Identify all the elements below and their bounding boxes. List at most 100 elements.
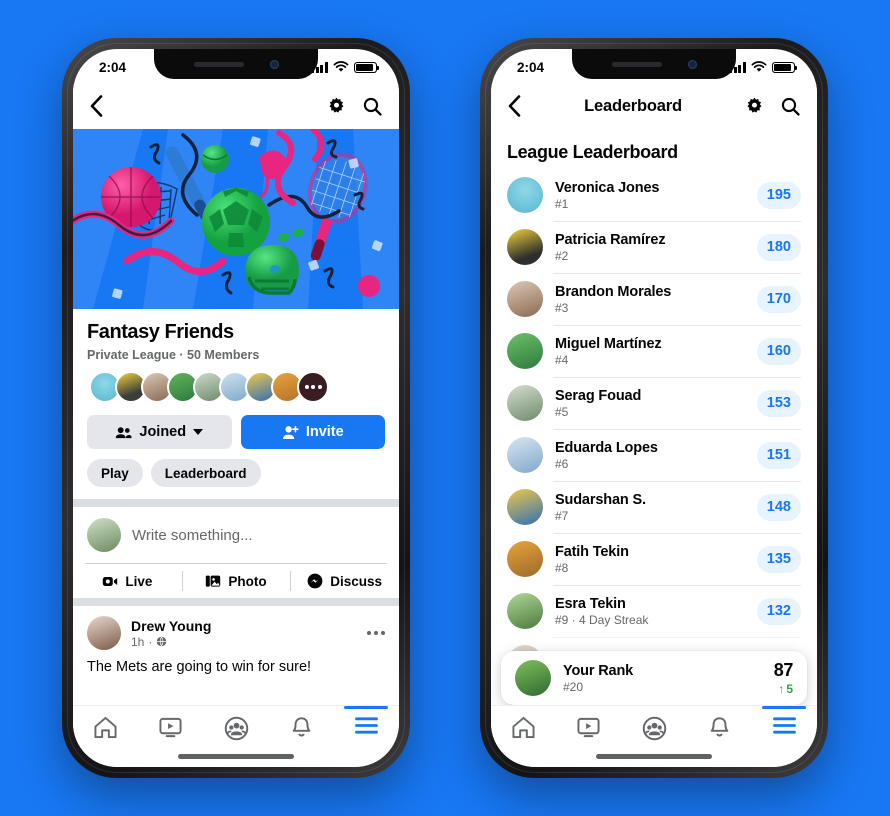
home-icon bbox=[94, 716, 117, 739]
photo-button[interactable]: Photo bbox=[181, 564, 291, 598]
live-button[interactable]: Live bbox=[73, 564, 182, 598]
menu-icon bbox=[773, 717, 796, 734]
post-text: The Mets are going to win for sure! bbox=[87, 659, 312, 675]
post-composer[interactable]: Write something... bbox=[73, 507, 399, 563]
tab-leaderboard[interactable]: Leaderboard bbox=[150, 459, 261, 487]
left-phone: 2:04 Fantasy Friends Private League · 50… bbox=[62, 38, 410, 778]
more-members-avatar[interactable] bbox=[297, 371, 329, 403]
notch bbox=[572, 49, 736, 79]
table-row[interactable]: Eduarda Lopes #6 151 bbox=[507, 429, 801, 481]
notch bbox=[154, 49, 318, 79]
player-score: 180 bbox=[756, 233, 801, 261]
tab-watch[interactable] bbox=[556, 716, 621, 739]
member-avatars[interactable] bbox=[87, 371, 385, 403]
feed-post: Drew Young 1h · The Mets are going to wi… bbox=[73, 606, 399, 675]
player-name: Fatih Tekin bbox=[555, 543, 629, 560]
live-video-icon bbox=[103, 576, 118, 586]
your-rank-position: #20 bbox=[563, 679, 584, 694]
tab-menu[interactable] bbox=[752, 706, 817, 735]
player-score: 148 bbox=[756, 493, 801, 521]
table-row[interactable]: Veronica Jones #1 195 bbox=[507, 169, 801, 221]
gear-icon[interactable] bbox=[327, 97, 346, 116]
avatar bbox=[507, 489, 543, 525]
avatar bbox=[507, 593, 543, 629]
player-score: 170 bbox=[756, 285, 801, 313]
earpiece-speaker bbox=[193, 61, 244, 67]
player-rank: #2 bbox=[555, 248, 569, 263]
leaderboard-title: League Leaderboard bbox=[507, 142, 678, 162]
globe-icon bbox=[157, 636, 167, 647]
table-row[interactable]: Miguel Martínez #4 160 bbox=[507, 325, 801, 377]
left-navbar bbox=[73, 83, 399, 129]
tab-home[interactable] bbox=[491, 716, 556, 739]
table-row[interactable]: Patricia Ramírez #2 180 bbox=[507, 221, 801, 273]
up-arrow-icon: ↑ bbox=[778, 682, 785, 696]
live-label: Live bbox=[125, 573, 153, 589]
table-row[interactable]: Fatih Tekin #8 135 bbox=[507, 533, 801, 585]
invite-label: Invite bbox=[305, 424, 344, 440]
player-score: 195 bbox=[756, 181, 801, 209]
avatar bbox=[507, 541, 543, 577]
avatar bbox=[507, 437, 543, 473]
table-row[interactable]: Brandon Morales #3 170 bbox=[507, 273, 801, 325]
tab-home[interactable] bbox=[73, 716, 138, 739]
search-icon[interactable] bbox=[363, 97, 382, 116]
table-row[interactable]: Esra Tekin #9 · 4 Day Streak 132 bbox=[507, 585, 801, 637]
tab-notifications[interactable] bbox=[269, 716, 334, 740]
messenger-icon bbox=[307, 573, 323, 589]
bell-icon bbox=[710, 717, 729, 737]
avatar bbox=[87, 518, 121, 552]
tab-play[interactable]: Play bbox=[87, 459, 143, 487]
player-rank: #3 bbox=[555, 300, 569, 315]
phones-stage: 2:04 Fantasy Friends Private League · 50… bbox=[0, 0, 890, 816]
player-name: Esra Tekin bbox=[555, 595, 626, 612]
gear-icon[interactable] bbox=[745, 97, 764, 116]
avatar[interactable] bbox=[87, 616, 121, 650]
player-rank: #8 bbox=[555, 560, 569, 575]
wifi-icon bbox=[333, 61, 349, 72]
player-score: 135 bbox=[756, 545, 801, 573]
page-title: Leaderboard bbox=[584, 96, 682, 115]
back-chevron-icon[interactable] bbox=[90, 95, 103, 117]
home-indicator bbox=[596, 754, 712, 759]
groups-icon bbox=[224, 716, 248, 741]
group-meta: Private League · 50 Members bbox=[87, 348, 260, 362]
avatar bbox=[507, 385, 543, 421]
your-score: 87 bbox=[773, 660, 794, 680]
front-camera bbox=[269, 59, 279, 69]
tab-menu[interactable] bbox=[334, 706, 399, 735]
group-action-buttons: Joined Invite bbox=[87, 415, 385, 449]
avatar bbox=[507, 177, 543, 213]
discuss-button[interactable]: Discuss bbox=[290, 564, 399, 598]
menu-icon bbox=[355, 717, 378, 734]
status-time: 2:04 bbox=[517, 59, 545, 75]
table-row[interactable]: Serag Fouad #5 153 bbox=[507, 377, 801, 429]
section-divider bbox=[73, 499, 399, 507]
player-rank: #7 bbox=[555, 508, 569, 523]
post-author[interactable]: Drew Young bbox=[131, 618, 211, 634]
joined-button[interactable]: Joined bbox=[87, 415, 232, 449]
player-rank: #5 bbox=[555, 404, 569, 419]
earpiece-speaker bbox=[611, 61, 662, 67]
player-rank: #9 · 4 Day Streak bbox=[555, 612, 649, 627]
tab-watch[interactable] bbox=[138, 716, 203, 739]
active-tab-indicator bbox=[344, 706, 389, 709]
members-icon bbox=[116, 426, 132, 438]
tab-groups[interactable] bbox=[203, 716, 268, 741]
search-icon[interactable] bbox=[781, 97, 800, 116]
player-score: 160 bbox=[756, 337, 801, 365]
table-row[interactable]: Sudarshan S. #7 148 bbox=[507, 481, 801, 533]
group-name: Fantasy Friends bbox=[87, 321, 234, 343]
front-camera bbox=[687, 59, 697, 69]
tab-notifications[interactable] bbox=[687, 716, 752, 740]
player-rank: #4 bbox=[555, 352, 569, 367]
tab-groups[interactable] bbox=[621, 716, 686, 741]
right-screen: 2:04 Leaderboard League Leaderboard Vero… bbox=[491, 49, 817, 767]
player-name: Miguel Martínez bbox=[555, 335, 662, 352]
back-chevron-icon[interactable] bbox=[508, 95, 521, 117]
invite-button[interactable]: Invite bbox=[240, 415, 385, 449]
more-options-icon[interactable] bbox=[367, 631, 385, 635]
status-time: 2:04 bbox=[99, 59, 127, 75]
your-rank-card[interactable]: Your Rank #20 87 ↑ 5 bbox=[501, 651, 807, 705]
watch-icon bbox=[159, 717, 182, 738]
